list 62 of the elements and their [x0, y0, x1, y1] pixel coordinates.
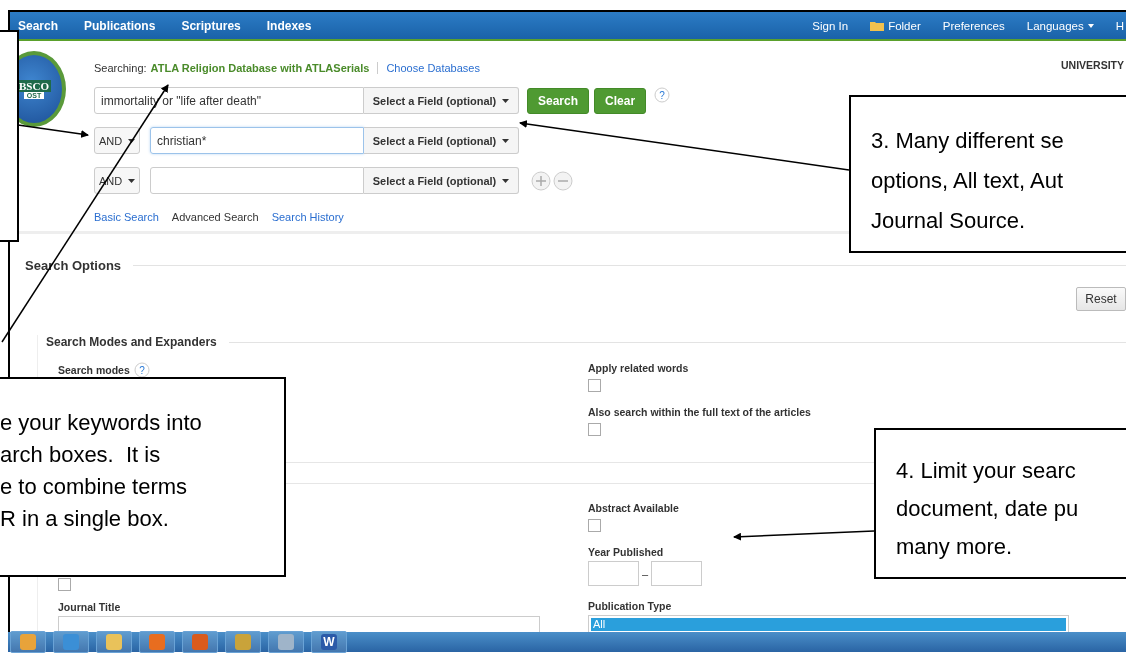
nav-link[interactable]: Indexes — [266, 18, 312, 33]
search-mode-link[interactable]: Advanced Search — [171, 211, 259, 223]
nav-link[interactable]: Search — [18, 18, 59, 33]
taskbar-button[interactable] — [182, 631, 218, 653]
operator-dropdown[interactable]: AND — [94, 127, 140, 154]
caret-icon — [502, 138, 510, 143]
search-mode-link[interactable]: Basic Search — [94, 211, 159, 223]
checkbox[interactable] — [58, 578, 71, 591]
field-label: Year Published — [588, 546, 664, 558]
field-dropdown[interactable]: Select a Field (optional) — [364, 87, 519, 114]
caret-icon — [128, 178, 136, 183]
section-heading: Search Modes and Expanders — [46, 335, 217, 349]
callout-text: 4. Limit your searc document, date pu many more. — [895, 457, 1080, 561]
help-icon[interactable]: ? — [133, 362, 150, 378]
caret-icon — [128, 138, 136, 143]
field-dropdown[interactable]: Select a Field (optional) — [364, 127, 519, 154]
nav-link[interactable]: Sign In — [812, 19, 849, 32]
checkbox[interactable] — [588, 379, 601, 392]
callout-text: 3. Many different se options, All text, Aut Journal Source. — [870, 127, 1065, 235]
field-label: Search modes — [58, 364, 130, 376]
taskbar-button[interactable] — [139, 631, 175, 653]
nav-link[interactable]: H — [1115, 19, 1124, 32]
help-icon[interactable]: ? — [654, 87, 671, 103]
taskbar-button[interactable]: W — [311, 631, 347, 653]
field-label: Publication Type — [588, 600, 672, 612]
choose-databases-link[interactable]: Choose Databases — [386, 62, 480, 74]
search-mode-link[interactable]: Search History — [271, 211, 344, 223]
folder-icon — [870, 20, 885, 31]
caret-icon — [1087, 23, 1094, 28]
searching-label: Searching: — [94, 62, 147, 74]
search-field[interactable]: christian* — [150, 127, 364, 154]
add-row-icon[interactable] — [531, 170, 551, 191]
nav-link[interactable]: Scriptures — [181, 18, 241, 33]
taskbar-button[interactable] — [268, 631, 304, 653]
field-label: Apply related words — [588, 362, 689, 374]
taskbar-button[interactable] — [96, 631, 132, 653]
caret-icon — [502, 178, 510, 183]
remove-row-icon[interactable] — [553, 170, 573, 191]
field-label: Also search within the full text of the articles — [588, 406, 811, 418]
languages-menu[interactable]: Languages — [1026, 19, 1094, 32]
field-label: Journal Title — [58, 601, 121, 613]
folder-link[interactable]: Folder — [870, 19, 921, 32]
database-name: ATLA Religion Database with ATLASerials — [150, 62, 370, 74]
taskbar-button[interactable] — [225, 631, 261, 653]
range-dash: – — [642, 567, 649, 580]
taskbar-button[interactable] — [10, 631, 46, 653]
reset-button[interactable]: Reset — [1076, 287, 1126, 311]
checkbox[interactable] — [588, 519, 601, 532]
year-from-field[interactable] — [588, 561, 639, 586]
field-dropdown[interactable]: Select a Field (optional) — [364, 167, 519, 194]
institution-name: UNIVERSITY — [1061, 58, 1124, 73]
search-button[interactable]: Search — [527, 87, 590, 114]
search-button[interactable]: Clear — [594, 87, 647, 114]
callout-text: e your keywords into arch boxes. It is e to combine terms R in a single box. — [0, 409, 203, 533]
caret-icon — [502, 98, 510, 103]
search-field[interactable] — [150, 167, 364, 194]
year-to-field[interactable] — [651, 561, 703, 586]
taskbar-button[interactable] — [53, 631, 89, 653]
checkbox[interactable] — [588, 423, 601, 436]
nav-link[interactable]: Preferences — [942, 19, 1005, 32]
field-label: Abstract Available — [588, 502, 679, 514]
nav-link[interactable]: Publications — [84, 18, 156, 33]
